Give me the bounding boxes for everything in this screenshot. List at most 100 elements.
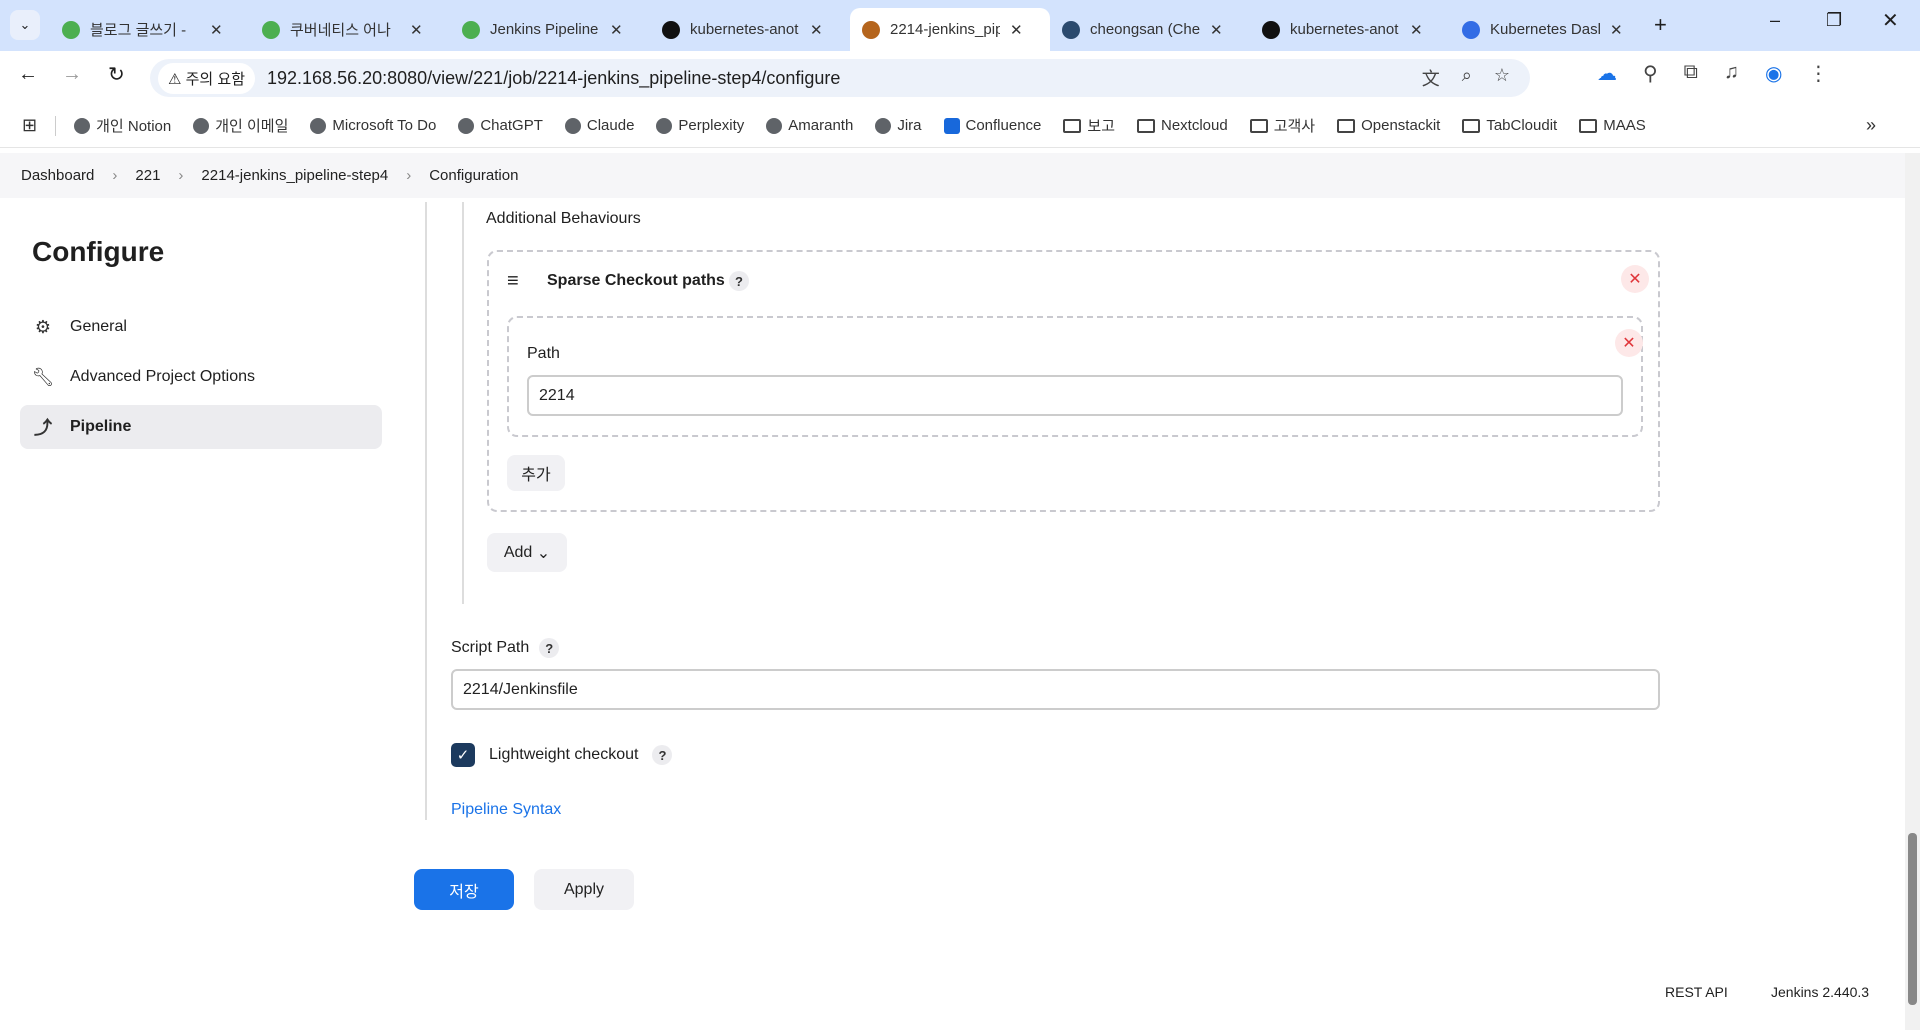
close-tab-icon[interactable]: ✕ [1210, 21, 1223, 39]
tab-search-button[interactable]: ⌄ [10, 10, 40, 40]
browser-tab[interactable]: 쿠버네티스 어나 ✕ [250, 8, 450, 51]
browser-tab[interactable]: Kubernetes Dasl ✕ [1450, 8, 1650, 51]
omnibox[interactable]: ⚠ 주의 요함 192.168.56.20:8080/view/221/job/… [150, 59, 1530, 97]
favicon-icon [1262, 20, 1280, 39]
security-label: 주의 요함 [185, 70, 245, 88]
lightweight-checkout-row: ✓ Lightweight checkout ? [451, 743, 673, 767]
pipeline-syntax-link[interactable]: Pipeline Syntax [451, 801, 561, 819]
sidebar-item-general[interactable]: ⚙ General [20, 305, 382, 349]
bookmark-item[interactable]: 개인 이메일 [193, 115, 288, 136]
bookmark-item[interactable]: Microsoft To Do [310, 115, 436, 136]
security-warning-chip[interactable]: ⚠ 주의 요함 [158, 62, 255, 94]
profile-icon[interactable]: ◉ [1765, 61, 1782, 86]
close-tab-icon[interactable]: ✕ [810, 21, 823, 39]
minimize-button[interactable]: – [1770, 10, 1780, 31]
bookmark-item[interactable]: Jira [875, 115, 922, 136]
browser-tab[interactable]: Jenkins Pipeline ✕ [450, 8, 650, 51]
help-icon[interactable]: ? [729, 271, 749, 291]
restore-button[interactable]: ❐ [1826, 10, 1842, 31]
close-tab-icon[interactable]: ✕ [610, 21, 623, 39]
lightweight-checkout-checkbox[interactable]: ✓ [451, 743, 475, 767]
close-tab-icon[interactable]: ✕ [1010, 21, 1023, 39]
globe-icon [193, 117, 210, 134]
bookmark-item[interactable]: ChatGPT [458, 115, 543, 136]
cloud-extension-icon[interactable]: ☁ [1597, 61, 1617, 86]
browser-tab[interactable]: cheongsan (Che ✕ [1050, 8, 1250, 51]
breadcrumb-job[interactable]: 2214-jenkins_pipeline-step4 [201, 167, 388, 184]
bookmark-item[interactable]: Confluence [943, 115, 1042, 136]
browser-tab[interactable]: 블로그 글쓰기 - ✕ [50, 8, 250, 51]
more-bookmarks-icon[interactable]: » [1866, 115, 1876, 136]
bookmark-item[interactable]: 개인 Notion [74, 115, 171, 136]
add-behaviour-button[interactable]: Add ⌄ [487, 533, 567, 572]
close-tab-icon[interactable]: ✕ [1610, 21, 1623, 39]
apply-button[interactable]: Apply [534, 869, 634, 910]
media-icon[interactable]: ♫ [1724, 61, 1739, 86]
bookmark-label: TabCloudit [1486, 117, 1558, 134]
breadcrumb-view[interactable]: 221 [135, 167, 160, 184]
breadcrumb-dashboard[interactable]: Dashboard [21, 167, 94, 184]
bookmark-item[interactable]: Perplexity [656, 115, 744, 136]
zoom-icon[interactable]: ⌕ [1462, 65, 1472, 91]
globe-icon [74, 117, 91, 134]
bookmark-item[interactable]: TabCloudit [1462, 115, 1557, 136]
tab-title: kubernetes-anot [690, 21, 799, 38]
rest-api-link[interactable]: REST API [1665, 984, 1728, 1000]
section-divider [462, 202, 464, 604]
apps-icon[interactable]: ⊞ [22, 115, 37, 136]
breadcrumb-configuration[interactable]: Configuration [429, 167, 518, 184]
jenkins-version[interactable]: Jenkins 2.440.3 [1771, 984, 1869, 1000]
close-tab-icon[interactable]: ✕ [410, 21, 423, 39]
bookmark-item[interactable]: MAAS [1579, 115, 1646, 136]
bookmark-item[interactable]: 고객사 [1249, 115, 1315, 136]
folder-icon [1249, 118, 1268, 133]
remove-path-button[interactable]: ✕ [1615, 329, 1643, 357]
bookmark-label: 보고 [1087, 118, 1115, 135]
close-tab-icon[interactable]: ✕ [1410, 21, 1423, 39]
sidebar-item-advanced[interactable]: 🔧︎ Advanced Project Options [20, 355, 382, 399]
bookmark-star-icon[interactable]: ☆ [1494, 65, 1510, 91]
save-button[interactable]: 저장 [414, 869, 514, 910]
wrench-icon: 🔧︎ [31, 366, 55, 387]
bookmark-label: Confluence [965, 117, 1042, 134]
browser-tab[interactable]: kubernetes-anot ✕ [650, 8, 850, 51]
reload-button[interactable]: ↻ [108, 62, 125, 87]
forward-button[interactable]: → [62, 63, 82, 86]
sidebar-item-pipeline[interactable]: ⤴ Pipeline [20, 405, 382, 449]
script-path-label: Script Path [451, 639, 530, 656]
drag-handle-icon[interactable]: ≡ [507, 270, 519, 293]
help-icon[interactable]: ? [539, 638, 560, 658]
favicon-icon [862, 20, 880, 39]
menu-icon[interactable]: ⋮ [1808, 61, 1828, 86]
help-icon[interactable]: ? [652, 745, 673, 765]
extension-icon[interactable]: ⚲ [1643, 61, 1658, 86]
bookmark-item[interactable]: 보고 [1063, 115, 1115, 136]
close-window-button[interactable]: ✕ [1882, 8, 1899, 33]
close-tab-icon[interactable]: ✕ [210, 21, 223, 39]
lightweight-checkout-label[interactable]: Lightweight checkout [489, 746, 638, 764]
translate-icon[interactable]: 文 [1422, 65, 1440, 91]
globe-icon [875, 117, 892, 134]
favicon-icon [1462, 20, 1480, 39]
script-path-label-row: Script Path? [451, 638, 560, 658]
scrollbar-thumb[interactable] [1908, 833, 1917, 1005]
add-label: Add [503, 543, 533, 561]
scrollbar[interactable] [1905, 153, 1920, 1030]
bookmark-item[interactable]: Openstackit [1337, 115, 1440, 136]
remove-behaviour-button[interactable]: ✕ [1621, 265, 1649, 293]
breadcrumb: Dashboard › 221 › 2214-jenkins_pipeline-st… [0, 153, 1905, 198]
script-path-input[interactable]: 2214/Jenkinsfile [451, 669, 1660, 710]
browser-tab[interactable]: kubernetes-anot ✕ [1250, 8, 1450, 51]
back-button[interactable]: ← [18, 63, 38, 86]
url-text[interactable]: 192.168.56.20:8080/view/221/job/2214-jen… [267, 68, 840, 89]
extensions-puzzle-icon[interactable]: ⧉ [1684, 61, 1698, 86]
new-tab-button[interactable]: + [1654, 12, 1667, 38]
bookmark-item[interactable]: Amaranth [766, 115, 853, 136]
additional-behaviours-label: Additional Behaviours [486, 210, 641, 227]
path-input[interactable]: 2214 [527, 375, 1623, 416]
bookmark-item[interactable]: Claude [564, 115, 634, 136]
bookmark-label: Openstackit [1361, 117, 1441, 134]
add-path-button[interactable]: 추가 [507, 455, 565, 491]
browser-tab[interactable]: 2214-jenkins_pip ✕ [850, 8, 1050, 51]
bookmark-item[interactable]: Nextcloud [1137, 115, 1228, 136]
